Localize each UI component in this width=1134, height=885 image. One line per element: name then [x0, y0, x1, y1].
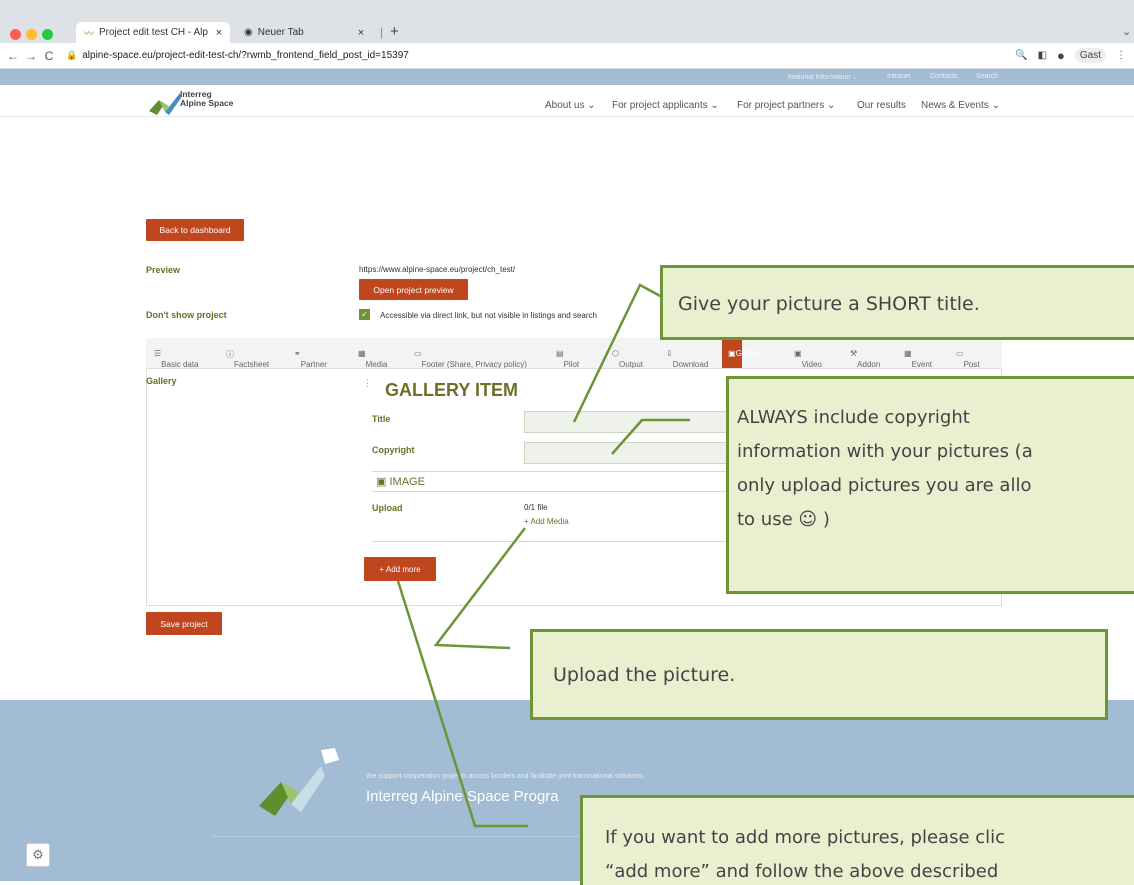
- callout-add-more-line1: If you want to add more pictures, please…: [605, 827, 1006, 848]
- callout-add-more: If you want to add more pictures, please…: [580, 795, 1134, 885]
- callout-copyright-line2: information with your pictures (a: [737, 441, 1033, 462]
- callout-copyright: ALWAYS include copyright information wit…: [726, 376, 1134, 594]
- callout-copyright-line3: only upload pictures you are allo: [737, 475, 1032, 496]
- callout-copyright-line4: to use ☺ ): [737, 509, 830, 530]
- callout-upload: Upload the picture.: [530, 629, 1108, 720]
- callout-title: Give your picture a SHORT title.: [660, 265, 1134, 340]
- upload-callout-line: [433, 527, 526, 650]
- callout-upload-text: Upload the picture.: [553, 664, 736, 686]
- title-callout-line: [572, 283, 663, 423]
- callout-copyright-line1: ALWAYS include copyright: [737, 407, 970, 428]
- copyright-callout-line: [611, 418, 690, 455]
- callout-title-text: Give your picture a SHORT title.: [678, 293, 980, 315]
- add-more-callout-line: [396, 580, 528, 828]
